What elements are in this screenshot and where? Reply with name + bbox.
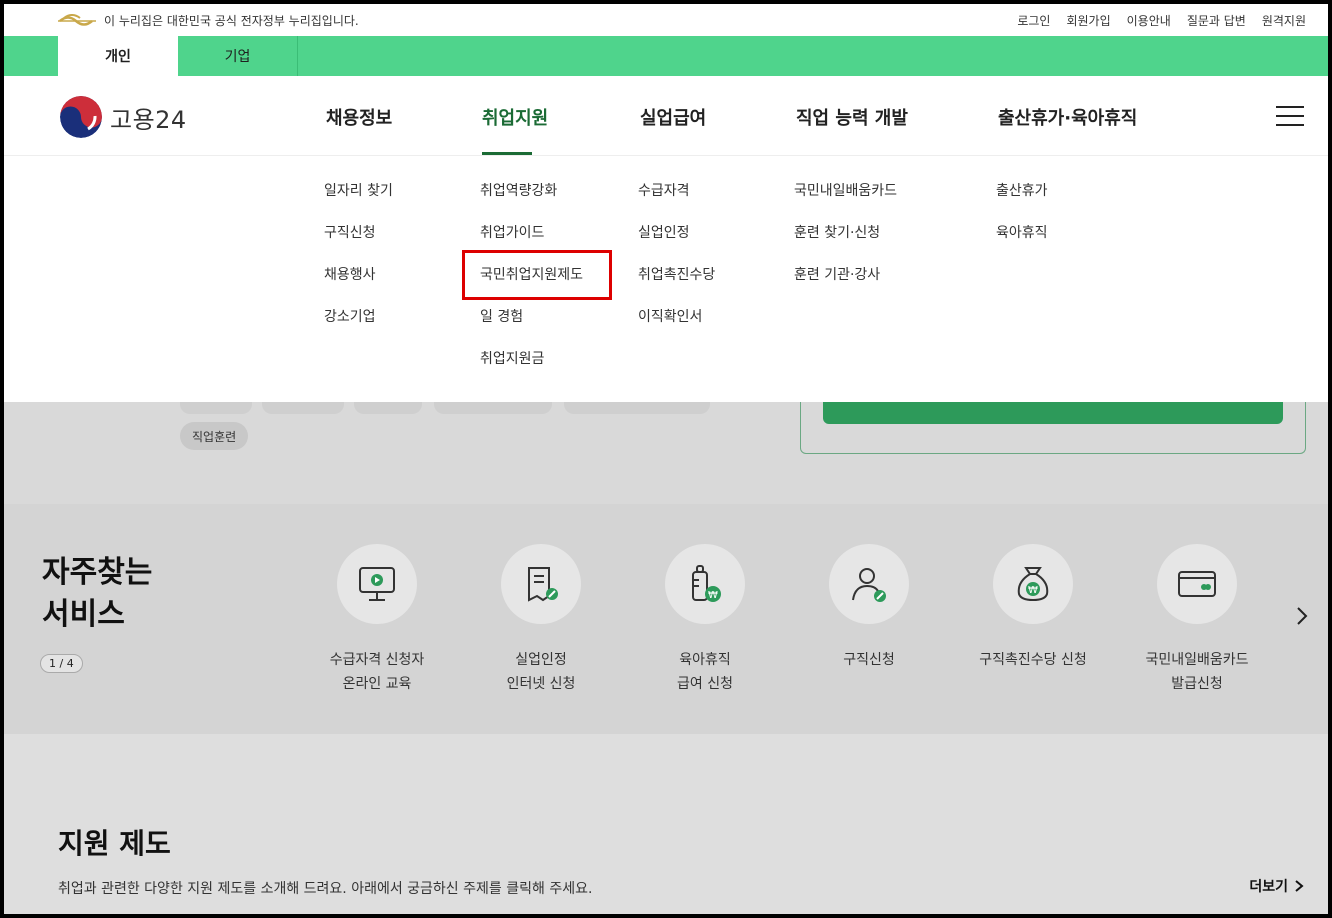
- gnb-employment-support[interactable]: 취업지원: [482, 104, 548, 130]
- hidden-chip: [564, 402, 710, 414]
- svg-text:₩: ₩: [1028, 585, 1038, 596]
- user-type-tabbar: 개인 기업: [4, 36, 1328, 76]
- qna-link[interactable]: 질문과 답변: [1187, 12, 1246, 29]
- service-label: 구직신청: [843, 652, 895, 668]
- utility-bar: 이 누리집은 대한민국 공식 전자정부 누리집입니다. 로그인 회원가입 이용안…: [4, 4, 1328, 36]
- remote-support-link[interactable]: 원격지원: [1262, 12, 1306, 29]
- menu-item[interactable]: 수급자격: [638, 180, 715, 222]
- hidden-chip: [262, 402, 344, 414]
- card-icon: [1157, 544, 1237, 624]
- support-programs: 지원 제도 취업과 관련한 다양한 지원 제도를 소개해 드려요. 아래에서 궁…: [4, 734, 1328, 914]
- menu-item[interactable]: 이직확인서: [638, 306, 715, 348]
- menu-column-training: 국민내일배움카드 훈련 찾기·신청 훈련 기관·강사: [794, 180, 897, 306]
- money-bag-won-icon: ₩: [993, 544, 1073, 624]
- hidden-chip: [354, 402, 422, 414]
- logo-text: 고용24: [110, 105, 187, 134]
- service-item[interactable]: 실업인정 인터넷 신청: [466, 544, 616, 696]
- menu-item[interactable]: 취업촉진수당: [638, 264, 715, 306]
- menu-item-national-employment-support[interactable]: 국민취업지원제도: [461, 250, 613, 306]
- baby-bottle-won-icon: ₩: [665, 544, 745, 624]
- menu-item[interactable]: 취업지원금: [480, 348, 583, 390]
- guide-link[interactable]: 이용안내: [1127, 12, 1171, 29]
- document-edit-icon: [501, 544, 581, 624]
- service-label: 실업인정 인터넷 신청: [506, 652, 576, 692]
- services-title-line2: 서비스: [42, 597, 125, 632]
- gnb-jobs[interactable]: 채용정보: [326, 104, 392, 130]
- utility-links: 로그인 회원가입 이용안내 질문과 답변 원격지원: [1017, 12, 1306, 29]
- menu-item[interactable]: 강소기업: [324, 306, 393, 348]
- gnb-leave[interactable]: 출산휴가·육아휴직: [998, 104, 1137, 130]
- support-title: 지원 제도: [58, 827, 171, 860]
- menu-column-unemployment: 수급자격 실업인정 취업촉진수당 이직확인서: [638, 180, 715, 348]
- page-frame: 이 누리집은 대한민국 공식 전자정부 누리집입니다. 로그인 회원가입 이용안…: [4, 4, 1328, 914]
- menu-column-employment-support: 취업역량강화 취업가이드 국민취업지원제도 일 경험 취업지원금: [461, 180, 613, 390]
- gov-notice-text: 이 누리집은 대한민국 공식 전자정부 누리집입니다.: [104, 14, 359, 28]
- services-pager: 1 / 4: [40, 654, 83, 673]
- mega-menu: 일자리 찾기 구직신청 채용행사 강소기업 취업역량강화 취업가이드 국민취업지…: [4, 156, 1328, 402]
- chevron-right-icon[interactable]: [1294, 604, 1310, 628]
- taegeuk-logo-icon: [60, 96, 102, 138]
- tab-business[interactable]: 기업: [178, 36, 298, 76]
- more-label: 더보기: [1249, 879, 1288, 895]
- person-edit-icon: [829, 544, 909, 624]
- site-header: 고용24 채용정보 취업지원 실업급여 직업 능력 개발 출산휴가·육아휴직: [4, 76, 1328, 156]
- search-area: 직업훈련: [4, 402, 1328, 504]
- menu-item[interactable]: 취업역량강화: [480, 180, 583, 222]
- service-item[interactable]: ₩ 육아휴직 급여 신청: [630, 544, 780, 696]
- hidden-chip: [434, 402, 552, 414]
- e-gov-logo-icon: [58, 13, 96, 26]
- login-link[interactable]: 로그인: [1017, 12, 1050, 29]
- tab-personal[interactable]: 개인: [58, 36, 178, 76]
- service-label: 국민내일배움카드 발급신청: [1145, 652, 1249, 692]
- menu-item[interactable]: 채용행사: [324, 264, 393, 306]
- login-box: [800, 402, 1306, 454]
- service-label: 구직촉진수당 신청: [979, 652, 1087, 668]
- menu-item[interactable]: 훈련 찾기·신청: [794, 222, 897, 264]
- menu-item[interactable]: 실업인정: [638, 222, 715, 264]
- menu-item[interactable]: 훈련 기관·강사: [794, 264, 897, 306]
- menu-item[interactable]: 육아휴직: [996, 222, 1048, 264]
- menu-item[interactable]: 국민내일배움카드: [794, 180, 897, 222]
- gov-notice: 이 누리집은 대한민국 공식 전자정부 누리집입니다.: [58, 12, 359, 29]
- service-label: 수급자격 신청자 온라인 교육: [329, 652, 425, 692]
- svg-text:₩: ₩: [708, 590, 718, 601]
- gnb-training[interactable]: 직업 능력 개발: [796, 104, 908, 130]
- frequent-services: 자주찾는 서비스 1 / 4 수급자격 신청자 온라인 교육 실업인정 인터넷 …: [4, 504, 1328, 734]
- services-title-line1: 자주찾는: [42, 555, 153, 590]
- support-description: 취업과 관련한 다양한 지원 제도를 소개해 드려요. 아래에서 궁금하신 주제…: [58, 881, 593, 897]
- service-item[interactable]: ₩ 구직촉진수당 신청: [958, 544, 1108, 672]
- gnb-unemployment[interactable]: 실업급여: [640, 104, 706, 130]
- menu-item[interactable]: 일자리 찾기: [324, 180, 393, 222]
- menu-item[interactable]: 출산휴가: [996, 180, 1048, 222]
- site-logo[interactable]: 고용24: [60, 96, 187, 138]
- menu-icon[interactable]: [1276, 106, 1304, 126]
- signup-link[interactable]: 회원가입: [1066, 12, 1110, 29]
- menu-item[interactable]: 구직신청: [324, 222, 393, 264]
- chevron-right-icon: [1295, 880, 1304, 892]
- monitor-play-icon: [337, 544, 417, 624]
- keyword-chip[interactable]: 직업훈련: [180, 422, 249, 450]
- hidden-chip: [180, 402, 252, 414]
- gnb-active-indicator: [482, 152, 532, 155]
- more-link[interactable]: 더보기: [1249, 876, 1304, 896]
- login-button[interactable]: [823, 402, 1283, 424]
- menu-item[interactable]: 일 경험: [480, 306, 583, 348]
- service-item[interactable]: 국민내일배움카드 발급신청: [1122, 544, 1272, 696]
- service-item[interactable]: 수급자격 신청자 온라인 교육: [302, 544, 452, 696]
- services-title: 자주찾는 서비스: [42, 552, 152, 636]
- service-label: 육아휴직 급여 신청: [677, 652, 733, 692]
- menu-column-leave: 출산휴가 육아휴직: [996, 180, 1048, 264]
- menu-column-jobs: 일자리 찾기 구직신청 채용행사 강소기업: [324, 180, 393, 348]
- service-item[interactable]: 구직신청: [794, 544, 944, 672]
